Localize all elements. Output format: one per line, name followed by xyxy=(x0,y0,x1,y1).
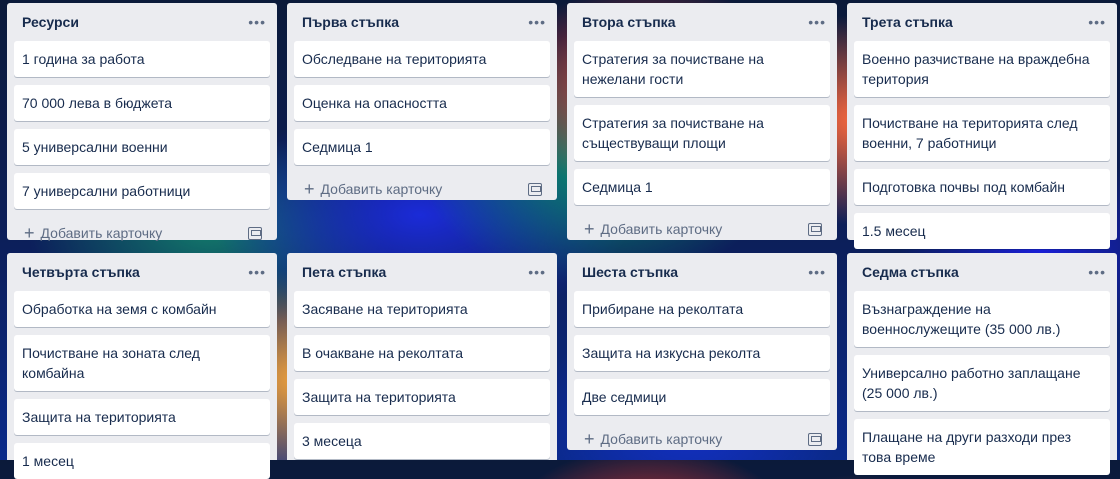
card-template-icon[interactable] xyxy=(528,182,542,196)
add-card-label: Добавить карточку xyxy=(600,431,723,447)
list-card[interactable]: 3 месеца xyxy=(294,423,550,459)
list-header: Първа стъпка ••• xyxy=(294,3,550,41)
plus-icon: + xyxy=(304,179,315,199)
plus-icon: + xyxy=(584,429,595,449)
add-card-label: Добавить карточку xyxy=(40,225,163,241)
list-card[interactable]: В очакване на реколтата xyxy=(294,335,550,371)
list-title[interactable]: Втора стъпка xyxy=(582,14,675,30)
list-title[interactable]: Шеста стъпка xyxy=(582,264,678,280)
list-card[interactable]: 1 година за работа xyxy=(14,41,270,77)
list-step-2: Втора стъпка ••• Стратегия за почистване… xyxy=(567,3,837,240)
list-title[interactable]: Четвърта стъпка xyxy=(22,264,140,280)
list-card[interactable]: Плащане на други разходи през това време xyxy=(854,419,1110,475)
list-card[interactable]: Обработка на земя с комбайн xyxy=(14,291,270,327)
list-card[interactable]: Военно разчистване на враждебна територи… xyxy=(854,41,1110,97)
add-card-label: Добавить карточку xyxy=(600,221,723,237)
list-header: Трета стъпка ••• xyxy=(854,3,1110,41)
list-card[interactable]: Седмица 1 xyxy=(294,129,550,165)
add-card-label: Добавить карточку xyxy=(320,181,443,197)
list-header: Втора стъпка ••• xyxy=(574,3,830,41)
list-header: Четвърта стъпка ••• xyxy=(14,253,270,291)
list-card[interactable]: Защита на територията xyxy=(14,399,270,435)
list-card[interactable]: 1 месец xyxy=(14,443,270,479)
add-card-button[interactable]: + Добавить карточку xyxy=(584,220,722,238)
list-header: Шеста стъпка ••• xyxy=(574,253,830,291)
list-card[interactable]: 7 универсални работници xyxy=(14,173,270,209)
add-card-button[interactable]: + Добавить карточку xyxy=(24,224,162,242)
add-card-row: + Добавить карточку xyxy=(574,423,830,455)
list-card[interactable]: 1.5 месец xyxy=(854,213,1110,249)
list-card[interactable]: Засяване на територията xyxy=(294,291,550,327)
ellipsis-icon[interactable]: ••• xyxy=(1088,15,1106,29)
add-card-row: + Добавить карточку xyxy=(14,217,270,249)
list-title[interactable]: Седма стъпка xyxy=(862,264,959,280)
list-card[interactable]: Стратегия за почистване на съществуващи … xyxy=(574,105,830,161)
list-step-7: Седма стъпка ••• Възнаграждение на военн… xyxy=(847,253,1117,475)
list-step-3: Трета стъпка ••• Военно разчистване на в… xyxy=(847,3,1117,249)
list-card[interactable]: Почистване на територията след военни, 7… xyxy=(854,105,1110,161)
ellipsis-icon[interactable]: ••• xyxy=(528,15,546,29)
list-card[interactable]: Възнаграждение на военнослужещите (35 00… xyxy=(854,291,1110,347)
plus-icon: + xyxy=(584,219,595,239)
card-template-icon[interactable] xyxy=(808,432,822,446)
list-card[interactable]: Защита на територията xyxy=(294,379,550,415)
ellipsis-icon[interactable]: ••• xyxy=(528,265,546,279)
list-title[interactable]: Първа стъпка xyxy=(302,14,399,30)
list-step-4: Четвърта стъпка ••• Обработка на земя с … xyxy=(7,253,277,479)
add-card-row: + Добавить карточку xyxy=(574,213,830,245)
list-card[interactable]: Стратегия за почистване на нежелани гост… xyxy=(574,41,830,97)
list-header: Ресурси ••• xyxy=(14,3,270,41)
list-title[interactable]: Ресурси xyxy=(22,14,79,30)
list-card[interactable]: Оценка на опасността xyxy=(294,85,550,121)
plus-icon: + xyxy=(24,223,35,243)
list-step-5: Пета стъпка ••• Засяване на територията … xyxy=(287,253,557,460)
add-card-button[interactable]: + Добавить карточку xyxy=(584,430,722,448)
card-template-icon[interactable] xyxy=(248,226,262,240)
list-step-1: Първа стъпка ••• Обследване на територия… xyxy=(287,3,557,200)
list-card[interactable]: Почистване на зоната след комбайна xyxy=(14,335,270,391)
card-template-icon[interactable] xyxy=(808,222,822,236)
ellipsis-icon[interactable]: ••• xyxy=(248,265,266,279)
ellipsis-icon[interactable]: ••• xyxy=(248,15,266,29)
ellipsis-icon[interactable]: ••• xyxy=(808,15,826,29)
list-card[interactable]: Две седмици xyxy=(574,379,830,415)
list-title[interactable]: Трета стъпка xyxy=(862,14,953,30)
list-header: Седма стъпка ••• xyxy=(854,253,1110,291)
ellipsis-icon[interactable]: ••• xyxy=(1088,265,1106,279)
add-card-row: + Добавить карточку xyxy=(294,173,550,205)
ellipsis-icon[interactable]: ••• xyxy=(808,265,826,279)
list-title[interactable]: Пета стъпка xyxy=(302,264,386,280)
list-card[interactable]: 5 универсални военни xyxy=(14,129,270,165)
list-step-6: Шеста стъпка ••• Прибиране на реколтата … xyxy=(567,253,837,450)
list-card[interactable]: Универсално работно заплащане (25 000 лв… xyxy=(854,355,1110,411)
list-header: Пета стъпка ••• xyxy=(294,253,550,291)
list-card[interactable]: Прибиране на реколтата xyxy=(574,291,830,327)
list-card[interactable]: Подготовка почвы под комбайн xyxy=(854,169,1110,205)
add-card-button[interactable]: + Добавить карточку xyxy=(304,180,442,198)
list-card[interactable]: 70 000 лева в бюджета xyxy=(14,85,270,121)
list-resources: Ресурси ••• 1 година за работа 70 000 ле… xyxy=(7,3,277,242)
list-card[interactable]: Седмица 1 xyxy=(574,169,830,205)
list-card[interactable]: Защита на изкусна реколта xyxy=(574,335,830,371)
list-card[interactable]: Обследване на територията xyxy=(294,41,550,77)
